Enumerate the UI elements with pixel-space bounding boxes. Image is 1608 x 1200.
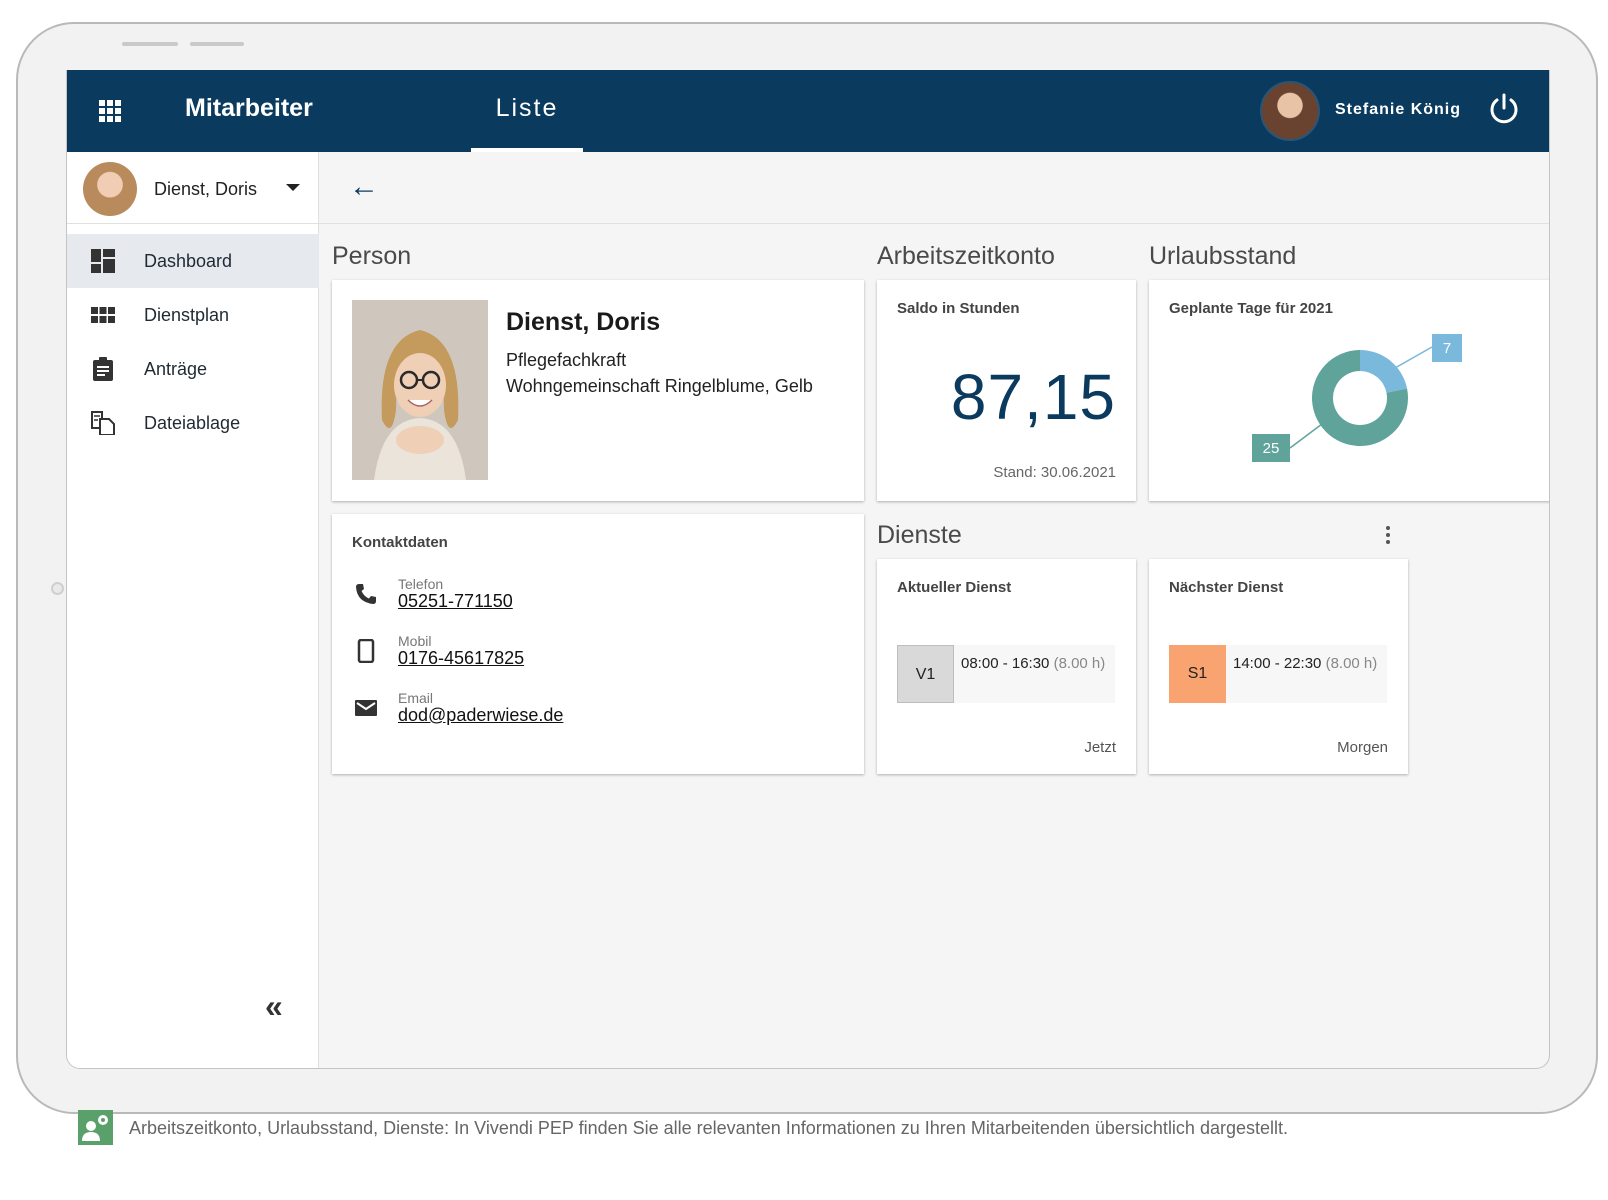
donut-slice: [1360, 350, 1408, 393]
documents-icon: [91, 411, 115, 435]
apps-grid-icon[interactable]: [99, 100, 121, 122]
sidebar-item-antraege[interactable]: Anträge: [67, 342, 319, 396]
contact-label: Email: [398, 690, 434, 706]
shift-code: S1: [1169, 645, 1226, 703]
section-title-urlaubsstand: Urlaubsstand: [1149, 242, 1297, 270]
back-arrow-icon[interactable]: ←: [349, 170, 379, 204]
person-unit: Wohngemeinschaft Ringelblume, Gelb: [506, 376, 813, 396]
mail-icon: [355, 700, 377, 716]
contact-row-email: Email dod@paderwiese.de: [352, 690, 832, 734]
sidebar: Dienst, Doris Dashboard Dienstplan Anträ…: [67, 152, 319, 1068]
contact-row-phone: Telefon 05251-771150: [352, 576, 832, 620]
shift-duration: (8.00 h): [1053, 655, 1106, 672]
more-vert-icon[interactable]: [1386, 526, 1392, 547]
employee-photo: [352, 300, 488, 480]
top-bar: Mitarbeiter Liste Stefanie König: [67, 70, 1549, 152]
current-shift-title: Aktueller Dienst: [897, 579, 1012, 596]
mobile-link[interactable]: 0176-45617825: [398, 648, 524, 669]
tab-liste[interactable]: Liste: [471, 70, 583, 152]
contact-card: Kontaktdaten Telefon 05251-771150 Mobil …: [332, 514, 864, 774]
contact-label: Telefon: [398, 576, 444, 592]
sidebar-item-dienstplan[interactable]: Dienstplan: [67, 288, 319, 342]
person-info-icon: [78, 1110, 113, 1145]
phone-link[interactable]: 05251-771150: [398, 591, 513, 612]
shift-time: 14:00 - 22:30 (8.00 h): [1233, 655, 1377, 672]
person-card: Dienst, Doris Pflegefachkraft Wohngemein…: [332, 280, 864, 501]
user-name[interactable]: Stefanie König: [1335, 101, 1461, 119]
person-name: Dienst, Doris: [506, 308, 661, 336]
shift-time: 08:00 - 16:30 (8.00 h): [961, 655, 1105, 672]
contact-row-mobile: Mobil 0176-45617825: [352, 633, 832, 677]
hardware-button: [190, 42, 244, 46]
data-label-small: 7: [1443, 340, 1451, 357]
sidebar-item-dateiablage[interactable]: Dateiablage: [67, 396, 319, 450]
sidebar-item-dashboard[interactable]: Dashboard: [67, 234, 319, 288]
shift-time-range: 08:00 - 16:30: [961, 655, 1050, 672]
grid-icon: [91, 307, 115, 323]
app-title: Mitarbeiter: [185, 94, 313, 122]
saldo-date: Stand: 30.06.2021: [993, 464, 1116, 481]
leader-line: [1289, 417, 1331, 449]
clipboard-icon: [93, 357, 113, 381]
shift-when: Jetzt: [1084, 739, 1116, 756]
shift-duration: (8.00 h): [1325, 655, 1378, 672]
employee-name: Dienst, Doris: [154, 179, 258, 199]
phone-icon: [356, 584, 376, 604]
saldo-label: Saldo in Stunden: [897, 300, 1020, 317]
current-shift[interactable]: V1 08:00 - 16:30 (8.00 h): [897, 645, 1115, 703]
sidebar-item-label: Dashboard: [144, 251, 233, 271]
shift-time-range: 14:00 - 22:30: [1233, 655, 1322, 672]
employee-avatar: [83, 162, 137, 216]
arbeitszeitkonto-card: Saldo in Stunden 87,15 Stand: 30.06.2021: [877, 280, 1136, 501]
camera-icon: [51, 582, 64, 595]
employee-selector[interactable]: Dienst, Doris: [67, 152, 319, 224]
next-shift-card: Nächster Dienst S1 14:00 - 22:30 (8.00 h…: [1149, 559, 1408, 774]
saldo-value: 87,15: [950, 361, 1116, 433]
sidebar-item-label: Dienstplan: [144, 305, 230, 325]
user-avatar[interactable]: [1260, 81, 1320, 141]
sidebar-item-label: Dateiablage: [144, 413, 241, 433]
hardware-button: [122, 42, 178, 46]
shift-code: V1: [897, 645, 954, 703]
power-icon[interactable]: [1487, 92, 1521, 126]
next-shift[interactable]: S1 14:00 - 22:30 (8.00 h): [1169, 645, 1387, 703]
email-link[interactable]: dod@paderwiese.de: [398, 705, 563, 726]
tab-label: Liste: [495, 94, 559, 122]
sidebar-nav: Dashboard Dienstplan Anträge Dateiablage: [67, 234, 319, 450]
contact-label: Mobil: [398, 633, 432, 649]
section-title-dienste: Dienste: [877, 521, 962, 549]
current-shift-card: Aktueller Dienst V1 08:00 - 16:30 (8.00 …: [877, 559, 1136, 774]
section-title-arbeitszeitkonto: Arbeitszeitkonto: [877, 242, 1055, 270]
sidebar-item-label: Anträge: [144, 359, 208, 379]
section-title-person: Person: [332, 242, 412, 270]
main-content: ← Person Dienst, Doris Pflegefachkraft W…: [319, 152, 1549, 1068]
urlaubsstand-card: Geplante Tage für 2021 7 25: [1149, 280, 1549, 501]
caption-text: Arbeitszeitkonto, Urlaubsstand, Dienste:…: [129, 1118, 1288, 1138]
collapse-sidebar-button[interactable]: «: [265, 988, 283, 1025]
app-screen: Mitarbeiter Liste Stefanie König Dienst,…: [66, 70, 1550, 1069]
caret-down-icon[interactable]: [286, 184, 300, 191]
data-label-large: 25: [1263, 440, 1280, 457]
contact-title: Kontaktdaten: [352, 534, 448, 551]
person-role: Pflegefachkraft: [506, 350, 627, 370]
smartphone-icon: [357, 639, 375, 663]
urlaub-donut-chart: 7 25: [1252, 334, 1462, 462]
leader-line: [1394, 346, 1433, 369]
sub-toolbar: ←: [319, 152, 1549, 224]
shift-when: Morgen: [1337, 739, 1388, 756]
next-shift-title: Nächster Dienst: [1169, 579, 1284, 596]
dashboard-icon: [91, 249, 115, 273]
